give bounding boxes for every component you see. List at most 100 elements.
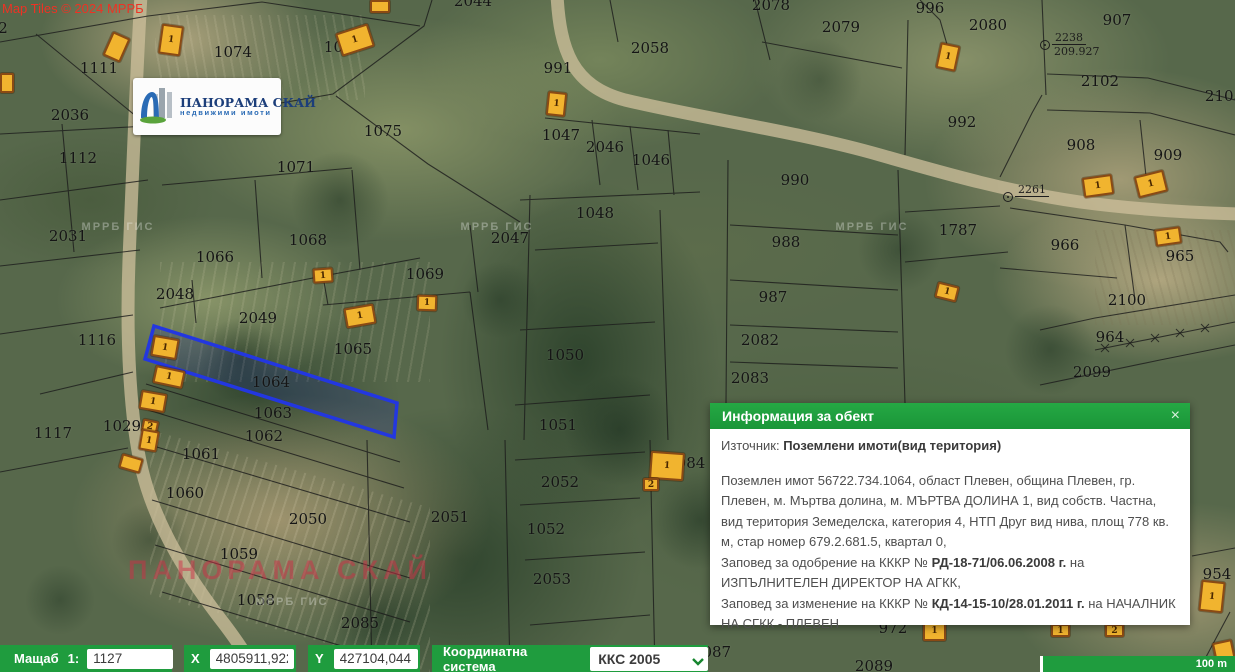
x-label: X bbox=[191, 651, 200, 666]
agency-logo-subtitle: недвижими имоти bbox=[180, 109, 316, 117]
building-marker[interactable]: 2 bbox=[643, 478, 659, 491]
parcel-label-992: 992 bbox=[948, 113, 977, 131]
building-marker[interactable]: 1 bbox=[158, 24, 184, 57]
close-icon[interactable]: × bbox=[1171, 408, 1180, 424]
agency-logo-title: ПАНОРАМА СКАЙ bbox=[180, 96, 316, 110]
tile-watermark: МРРБ ГИС bbox=[82, 221, 155, 233]
building-marker[interactable]: 1 bbox=[417, 295, 438, 312]
parcel-label-1117: 1117 bbox=[34, 424, 72, 442]
survey-point-icon bbox=[1003, 192, 1013, 202]
source-label: Източник: bbox=[721, 438, 780, 453]
map-scale-bar: 100 m bbox=[1040, 656, 1235, 672]
parcel-label-987: 987 bbox=[759, 288, 788, 306]
parcel-label-2102: 2102 bbox=[1081, 72, 1119, 90]
parcel-label-2: 2 bbox=[0, 19, 8, 37]
parcel-label-2046: 2046 bbox=[586, 138, 624, 156]
parcel-label-1111: 1111 bbox=[80, 59, 118, 77]
parcel-label-1061: 1061 bbox=[182, 445, 220, 463]
y-coordinate-panel: Y bbox=[308, 645, 420, 672]
parcel-label-2079: 2079 bbox=[822, 18, 860, 36]
parcel-label-2050: 2050 bbox=[289, 510, 327, 528]
parcel-label-1071: 1071 bbox=[277, 158, 315, 176]
parcel-label-2058: 2058 bbox=[631, 39, 669, 57]
building-marker[interactable]: 1 bbox=[138, 429, 159, 453]
parcel-label-990: 990 bbox=[781, 171, 810, 189]
building-marker[interactable]: 1 bbox=[1198, 580, 1225, 613]
parcel-label-1050: 1050 bbox=[546, 346, 584, 364]
y-label: Y bbox=[315, 651, 324, 666]
building-marker[interactable]: 1 bbox=[1082, 174, 1114, 198]
parcel-label-1075: 1075 bbox=[364, 122, 402, 140]
parcel-label-909: 909 bbox=[1154, 146, 1183, 164]
survey-point-elevation: 209.927 bbox=[1054, 45, 1100, 58]
parcel-label-2049: 2049 bbox=[239, 309, 277, 327]
building-marker[interactable]: 1 bbox=[313, 267, 334, 283]
parcel-label-1046: 1046 bbox=[632, 151, 670, 169]
building-marker[interactable] bbox=[0, 73, 14, 93]
parcel-label-965: 965 bbox=[1166, 247, 1195, 265]
parcel-label-1116: 1116 bbox=[78, 331, 116, 349]
parcel-label-2089: 2089 bbox=[855, 657, 893, 672]
parcel-label-966: 966 bbox=[1051, 236, 1080, 254]
x-coordinate-input[interactable] bbox=[210, 649, 294, 669]
tile-watermark: МРРБ ГИС bbox=[461, 221, 534, 233]
parcel-label-2103: 2103 bbox=[1205, 87, 1235, 105]
object-info-body: Източник: Поземлени имоти(вид територия)… bbox=[710, 429, 1190, 635]
building-marker[interactable]: 1 bbox=[649, 451, 685, 481]
tile-watermark: МРРБ ГИС bbox=[256, 596, 329, 608]
parcel-label-1051: 1051 bbox=[539, 416, 577, 434]
parcel-label-2100: 2100 bbox=[1108, 291, 1146, 309]
survey-point-number: 2238 bbox=[1052, 31, 1086, 45]
parcel-label-1063: 1063 bbox=[254, 404, 292, 422]
survey-point-number: 2261 bbox=[1015, 183, 1049, 197]
parcel-label-2036: 2036 bbox=[51, 106, 89, 124]
crs-panel: Координатна система ККС 2005 bbox=[432, 645, 708, 672]
building-marker[interactable]: 1 bbox=[546, 91, 567, 117]
parcel-description: Поземлен имот 56722.734.1064, област Пле… bbox=[721, 471, 1177, 553]
building-marker[interactable]: 1 bbox=[1154, 226, 1182, 246]
parcel-label-1062: 1062 bbox=[245, 427, 283, 445]
parcel-label-908: 908 bbox=[1067, 136, 1096, 154]
parcel-label-2078: 2078 bbox=[752, 0, 790, 14]
scale-input[interactable] bbox=[87, 649, 173, 669]
approval-order-line: Заповед за одобрение на КККР № РД-18-71/… bbox=[721, 553, 1177, 594]
parcel-label-1065: 1065 bbox=[334, 340, 372, 358]
parcel-label-996: 996 bbox=[916, 0, 945, 17]
parcel-label-1074: 1074 bbox=[214, 43, 252, 61]
parcel-label-2099: 2099 bbox=[1073, 363, 1111, 381]
crs-selected-value: ККС 2005 bbox=[598, 651, 660, 667]
parcel-label-1048: 1048 bbox=[576, 204, 614, 222]
parcel-label-964: 964 bbox=[1096, 328, 1125, 346]
parcel-label-2083: 2083 bbox=[731, 369, 769, 387]
agency-watermark: ПАНОРАМА СКАЙ bbox=[128, 555, 418, 586]
scale-panel: Мащаб 1: bbox=[0, 645, 172, 672]
scale-label: Мащаб bbox=[14, 651, 59, 666]
map-canvas[interactable]: 2111110741077204499120582078207999620809… bbox=[0, 0, 1235, 672]
object-info-panel: Информация за обект × Източник: Поземлен… bbox=[710, 403, 1190, 625]
parcel-label-907: 907 bbox=[1103, 11, 1132, 29]
amendment-order-line: Заповед за изменение на КККР № КД-14-15-… bbox=[721, 594, 1177, 635]
agency-logo-icon bbox=[139, 84, 175, 129]
parcel-label-1047: 1047 bbox=[542, 126, 580, 144]
crs-label: Координатна система bbox=[443, 644, 577, 672]
building-marker[interactable] bbox=[370, 0, 390, 13]
parcel-label-2085: 2085 bbox=[341, 614, 379, 632]
parcel-label-1060: 1060 bbox=[166, 484, 204, 502]
parcel-label-1029: 1029 bbox=[103, 417, 141, 435]
parcel-label-2082: 2082 bbox=[741, 331, 779, 349]
parcel-label-1064: 1064 bbox=[252, 373, 290, 391]
parcel-label-988: 988 bbox=[772, 233, 801, 251]
agency-logo: ПАНОРАМА СКАЙ недвижими имоти bbox=[133, 78, 281, 135]
building-marker[interactable]: 1 bbox=[150, 335, 179, 360]
parcel-label-991: 991 bbox=[544, 59, 573, 77]
parcel-label-2052: 2052 bbox=[541, 473, 579, 491]
parcel-label-2080: 2080 bbox=[969, 16, 1007, 34]
map-tiles-credit: Map Tiles © 2024 МРРБ bbox=[2, 1, 144, 16]
parcel-label-1052: 1052 bbox=[527, 520, 565, 538]
parcel-label-1066: 1066 bbox=[196, 248, 234, 266]
scale-prefix: 1: bbox=[68, 651, 80, 666]
survey-point-icon bbox=[1040, 40, 1050, 50]
y-coordinate-input[interactable] bbox=[334, 649, 418, 669]
parcel-label-2048: 2048 bbox=[156, 285, 194, 303]
crs-select[interactable]: ККС 2005 bbox=[590, 647, 708, 671]
